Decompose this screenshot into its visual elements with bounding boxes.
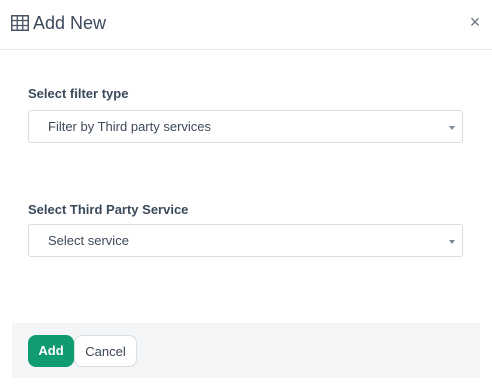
dialog-title: Add New [33, 13, 107, 33]
third-party-service-label: Select Third Party Service [28, 202, 189, 217]
dialog-header: Add New × [0, 0, 492, 50]
third-party-service-select[interactable]: Select service [28, 224, 463, 257]
filter-type-label: Select filter type [28, 86, 129, 101]
dialog-footer: Add Cancel [12, 323, 480, 378]
chevron-down-icon [449, 240, 455, 244]
chevron-down-icon [449, 126, 455, 130]
cancel-button[interactable]: Cancel [74, 335, 137, 367]
third-party-service-value: Select service [48, 233, 129, 248]
add-button[interactable]: Add [28, 335, 74, 367]
close-icon[interactable]: × [466, 12, 484, 32]
add-new-dialog: Add New × Select filter type Filter by T… [0, 0, 492, 388]
filter-type-select[interactable]: Filter by Third party services [28, 110, 463, 143]
table-grid-icon [11, 15, 29, 31]
filter-type-value: Filter by Third party services [48, 119, 212, 134]
